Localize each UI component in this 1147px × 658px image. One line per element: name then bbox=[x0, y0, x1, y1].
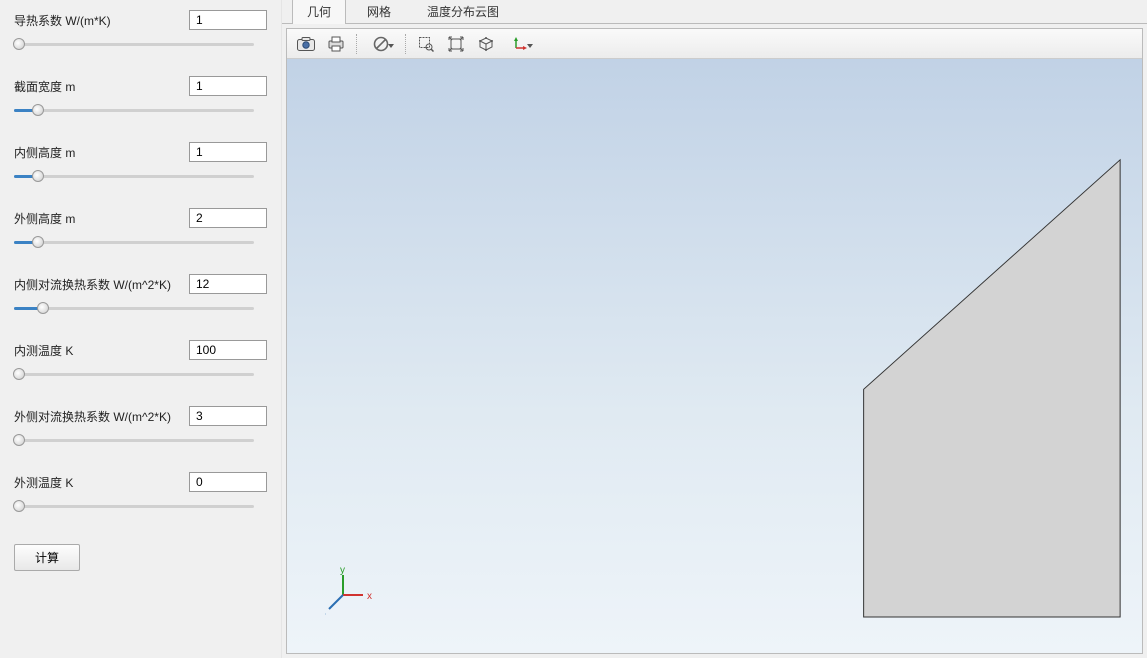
param-input-7[interactable] bbox=[189, 472, 267, 492]
param-slider-5[interactable] bbox=[14, 366, 254, 382]
param-slider-4[interactable] bbox=[14, 300, 254, 316]
param-input-1[interactable] bbox=[189, 76, 267, 96]
param-label: 内侧高度 m bbox=[14, 144, 75, 161]
param-label: 导热系数 W/(m*K) bbox=[14, 12, 111, 29]
axis-triad: y x z bbox=[325, 555, 385, 615]
param-input-2[interactable] bbox=[189, 142, 267, 162]
param-5: 内测温度 K bbox=[14, 340, 267, 382]
param-slider-6[interactable] bbox=[14, 432, 254, 448]
param-label: 外测温度 K bbox=[14, 474, 73, 491]
screenshot-icon[interactable] bbox=[293, 32, 319, 56]
calculate-button[interactable]: 计算 bbox=[14, 544, 80, 571]
param-label: 内侧对流换热系数 W/(m^2*K) bbox=[14, 276, 171, 293]
axis-triad-icon[interactable] bbox=[503, 32, 537, 56]
param-slider-0[interactable] bbox=[14, 36, 254, 52]
forbid-icon[interactable] bbox=[364, 32, 398, 56]
tab-1[interactable]: 网格 bbox=[352, 0, 406, 24]
tab-2[interactable]: 温度分布云图 bbox=[412, 0, 514, 24]
rotate-3d-icon[interactable] bbox=[473, 32, 499, 56]
param-4: 内侧对流换热系数 W/(m^2*K) bbox=[14, 274, 267, 316]
param-1: 截面宽度 m bbox=[14, 76, 267, 118]
param-7: 外测温度 K bbox=[14, 472, 267, 514]
print-icon[interactable] bbox=[323, 32, 349, 56]
svg-text:x: x bbox=[367, 591, 372, 602]
main-panel: 几何网格温度分布云图 y x z bbox=[282, 0, 1147, 658]
param-input-0[interactable] bbox=[189, 10, 267, 30]
tab-bar: 几何网格温度分布云图 bbox=[282, 0, 1147, 24]
svg-text:z: z bbox=[325, 611, 326, 615]
param-6: 外侧对流换热系数 W/(m^2*K) bbox=[14, 406, 267, 448]
viewer-frame: y x z bbox=[286, 28, 1143, 654]
param-slider-2[interactable] bbox=[14, 168, 254, 184]
param-slider-7[interactable] bbox=[14, 498, 254, 514]
param-3: 外侧高度 m bbox=[14, 208, 267, 250]
geometry-shape bbox=[287, 59, 1142, 653]
zoom-extents-icon[interactable] bbox=[443, 32, 469, 56]
param-input-3[interactable] bbox=[189, 208, 267, 228]
svg-text:y: y bbox=[340, 565, 345, 576]
param-slider-3[interactable] bbox=[14, 234, 254, 250]
param-0: 导热系数 W/(m*K) bbox=[14, 10, 267, 52]
param-slider-1[interactable] bbox=[14, 102, 254, 118]
param-input-6[interactable] bbox=[189, 406, 267, 426]
param-label: 内测温度 K bbox=[14, 342, 73, 359]
viewer-canvas[interactable]: y x z bbox=[287, 59, 1142, 653]
param-label: 外侧高度 m bbox=[14, 210, 75, 227]
parameter-sidebar: 导热系数 W/(m*K) 截面宽度 m 内侧高度 m 外侧高度 m 内侧对流换热系数 W… bbox=[0, 0, 282, 658]
tab-0[interactable]: 几何 bbox=[292, 0, 346, 24]
zoom-box-icon[interactable] bbox=[413, 32, 439, 56]
viewer-toolbar bbox=[287, 29, 1142, 59]
param-label: 截面宽度 m bbox=[14, 78, 75, 95]
param-label: 外侧对流换热系数 W/(m^2*K) bbox=[14, 408, 171, 425]
param-input-5[interactable] bbox=[189, 340, 267, 360]
param-input-4[interactable] bbox=[189, 274, 267, 294]
param-2: 内侧高度 m bbox=[14, 142, 267, 184]
